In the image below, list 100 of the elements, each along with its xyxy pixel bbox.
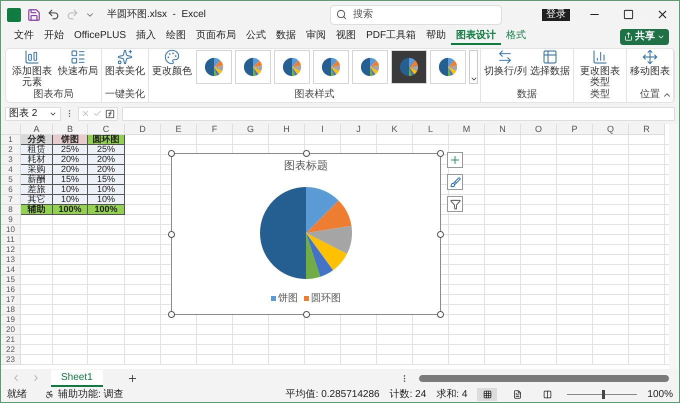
- vertical-scrollbar[interactable]: [669, 124, 679, 369]
- table-cell[interactable]: 薪酬: [21, 175, 53, 185]
- column-header[interactable]: E: [161, 124, 197, 135]
- column-header[interactable]: K: [377, 124, 413, 135]
- row-header[interactable]: 18: [1, 305, 21, 315]
- chart-style-thumbnail[interactable]: [391, 50, 427, 84]
- column-heading[interactable]: 圆环图: [88, 135, 125, 145]
- column-header[interactable]: C: [88, 124, 125, 135]
- table-cell[interactable]: 耗材: [21, 155, 53, 165]
- table-cell[interactable]: 租赁: [21, 145, 53, 155]
- table-cell[interactable]: 差旅: [21, 185, 53, 195]
- ribbon-button[interactable]: 更改图表类型: [576, 49, 624, 89]
- row-header[interactable]: 21: [1, 335, 21, 345]
- menu-tab[interactable]: 格式: [501, 28, 532, 44]
- column-heading[interactable]: 饼图: [53, 135, 88, 145]
- formula-field[interactable]: [122, 106, 675, 120]
- row-header[interactable]: 7: [1, 195, 21, 205]
- menu-tab[interactable]: 审阅: [301, 28, 332, 44]
- resize-handle[interactable]: [303, 311, 310, 318]
- table-cell[interactable]: 10%: [53, 195, 88, 205]
- save-icon[interactable]: [27, 8, 41, 22]
- chart-style-thumbnail[interactable]: [352, 50, 388, 84]
- add-sheet-icon[interactable]: [126, 372, 138, 384]
- column-header[interactable]: P: [557, 124, 593, 135]
- column-header[interactable]: J: [341, 124, 377, 135]
- resize-handle[interactable]: [437, 311, 444, 318]
- column-header[interactable]: F: [197, 124, 233, 135]
- table-cell[interactable]: 10%: [88, 185, 125, 195]
- column-header[interactable]: R: [629, 124, 665, 135]
- row-header[interactable]: 12: [1, 245, 21, 255]
- resize-handle[interactable]: [437, 150, 444, 157]
- resize-handle[interactable]: [168, 311, 175, 318]
- menu-tab[interactable]: 公式: [241, 28, 272, 44]
- chart-elements-button[interactable]: [447, 152, 463, 168]
- search-field[interactable]: 搜索: [330, 4, 502, 24]
- row-header[interactable]: 15: [1, 275, 21, 285]
- menu-tab[interactable]: OfficePLUS: [69, 28, 132, 44]
- chart-style-thumbnail[interactable]: [274, 50, 310, 84]
- menu-tab[interactable]: 数据: [271, 28, 302, 44]
- table-cell[interactable]: 25%: [88, 145, 125, 155]
- table-cell[interactable]: 20%: [53, 155, 88, 165]
- function-icon[interactable]: [105, 108, 115, 118]
- row-header[interactable]: 20: [1, 325, 21, 335]
- sheet-tab[interactable]: Sheet1: [51, 370, 103, 386]
- undo-icon[interactable]: [47, 8, 60, 21]
- ribbon-button[interactable]: 更改颜色: [151, 49, 193, 89]
- view-button[interactable]: [477, 388, 498, 401]
- column-header[interactable]: N: [485, 124, 521, 135]
- menu-tab[interactable]: 插入: [131, 28, 162, 44]
- resize-handle[interactable]: [168, 231, 175, 238]
- horizontal-scrollbar[interactable]: [419, 374, 669, 382]
- resize-handle[interactable]: [303, 150, 310, 157]
- chart-styles-button[interactable]: [447, 174, 463, 190]
- row-header[interactable]: 14: [1, 265, 21, 275]
- status-text[interactable]: 辅助功能: 调查: [58, 388, 124, 400]
- chart-style-thumbnail[interactable]: [196, 50, 232, 84]
- zoom-thumb[interactable]: [602, 390, 606, 399]
- login-button[interactable]: 登录: [542, 8, 570, 20]
- ribbon-button[interactable]: 切换行/列: [483, 49, 528, 89]
- row-header[interactable]: 8: [1, 205, 21, 215]
- column-header[interactable]: D: [125, 124, 161, 135]
- row-header[interactable]: 1: [1, 135, 21, 145]
- table-cell[interactable]: 20%: [88, 165, 125, 175]
- table-cell[interactable]: 100%: [88, 205, 125, 215]
- menu-tab[interactable]: 文件: [9, 28, 39, 44]
- column-header[interactable]: H: [269, 124, 305, 135]
- column-header[interactable]: A: [21, 124, 53, 135]
- menu-tab[interactable]: 图表设计: [451, 28, 502, 44]
- menu-tab[interactable]: PDF工具箱: [361, 28, 422, 44]
- table-cell[interactable]: 15%: [88, 175, 125, 185]
- row-header[interactable]: 3: [1, 155, 21, 165]
- chart-filters-button[interactable]: [447, 196, 463, 212]
- table-cell[interactable]: 20%: [88, 155, 125, 165]
- row-header[interactable]: 2: [1, 145, 21, 155]
- table-cell[interactable]: 10%: [88, 195, 125, 205]
- resize-handle[interactable]: [168, 150, 175, 157]
- row-header[interactable]: 17: [1, 295, 21, 305]
- chart-style-thumbnail[interactable]: [430, 50, 466, 84]
- row-header[interactable]: 16: [1, 285, 21, 295]
- table-cell[interactable]: 辅助: [21, 205, 53, 215]
- row-header[interactable]: 10: [1, 225, 21, 235]
- row-header[interactable]: 13: [1, 255, 21, 265]
- table-cell[interactable]: 100%: [53, 205, 88, 215]
- table-cell[interactable]: 20%: [53, 165, 88, 175]
- table-cell[interactable]: 采购: [21, 165, 53, 175]
- column-header[interactable]: I: [305, 124, 341, 135]
- ribbon-button[interactable]: 选择数据: [528, 49, 571, 89]
- ribbon-button[interactable]: 添加图表元素: [8, 49, 56, 89]
- table-cell[interactable]: 25%: [53, 145, 88, 155]
- row-header[interactable]: 19: [1, 315, 21, 325]
- ribbon-button[interactable]: 图表美化: [104, 49, 146, 89]
- ribbon-button[interactable]: 移动图表: [628, 49, 671, 89]
- row-header[interactable]: 5: [1, 175, 21, 185]
- share-button[interactable]: 共享: [620, 28, 669, 44]
- name-box[interactable]: 图表 2: [5, 106, 61, 120]
- close-icon[interactable]: [656, 8, 669, 21]
- row-header[interactable]: 4: [1, 165, 21, 175]
- ribbon-button[interactable]: 快速布局: [57, 49, 99, 89]
- column-header[interactable]: Q: [593, 124, 629, 135]
- chart-area[interactable]: 图表标题 饼图 圆环图: [171, 153, 441, 315]
